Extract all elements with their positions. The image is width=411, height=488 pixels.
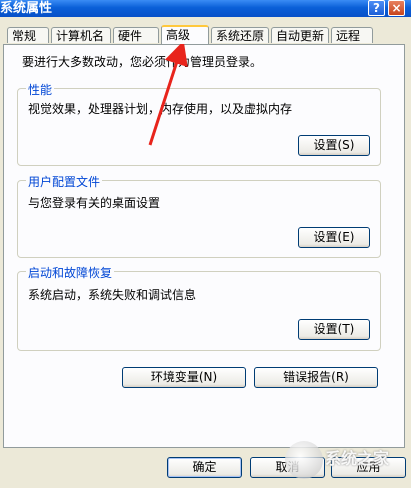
watermark-text: 系统之家 bbox=[325, 449, 390, 468]
ok-button[interactable]: 确定 bbox=[167, 457, 242, 478]
help-button[interactable]: ? bbox=[368, 0, 385, 16]
startup-recovery-description: 系统启动，系统失败和调试信息 bbox=[28, 288, 197, 302]
tab-computer-name[interactable]: 计算机名 bbox=[51, 27, 111, 43]
startup-recovery-settings-button[interactable]: 设置(T) bbox=[298, 319, 370, 340]
performance-group-title: 性能 bbox=[26, 81, 55, 98]
user-profiles-description: 与您登录有关的桌面设置 bbox=[28, 196, 161, 210]
title-bar: 系统属性 ? × bbox=[0, 0, 411, 17]
window-title: 系统属性 bbox=[0, 1, 53, 16]
tab-system-restore[interactable]: 系统还原 bbox=[211, 27, 269, 43]
performance-description: 视觉效果，处理器计划，内存使用，以及虚拟内存 bbox=[28, 102, 293, 116]
user-profiles-settings-button[interactable]: 设置(E) bbox=[298, 227, 370, 248]
close-button[interactable]: × bbox=[388, 0, 405, 16]
performance-settings-button[interactable]: 设置(S) bbox=[298, 135, 370, 156]
watermark-logo-icon bbox=[285, 441, 323, 479]
tab-general[interactable]: 常规 bbox=[7, 27, 49, 43]
tab-advanced[interactable]: 高级 bbox=[161, 25, 209, 44]
environment-variables-button[interactable]: 环境变量(N) bbox=[122, 367, 246, 388]
startup-recovery-group-title: 启动和故障恢复 bbox=[26, 264, 115, 281]
tab-strip: 常规 计算机名 硬件 高级 系统还原 自动更新 远程 bbox=[0, 25, 411, 44]
tab-remote[interactable]: 远程 bbox=[331, 27, 373, 43]
error-reporting-button[interactable]: 错误报告(R) bbox=[254, 367, 378, 388]
tab-automatic-updates[interactable]: 自动更新 bbox=[271, 27, 329, 43]
tab-hardware[interactable]: 硬件 bbox=[113, 27, 159, 43]
admin-notice: 要进行大多数改动，您必须作为管理员登录。 bbox=[22, 55, 263, 69]
user-profiles-group-title: 用户配置文件 bbox=[26, 173, 103, 190]
watermark: 系统之家 bbox=[285, 437, 405, 483]
